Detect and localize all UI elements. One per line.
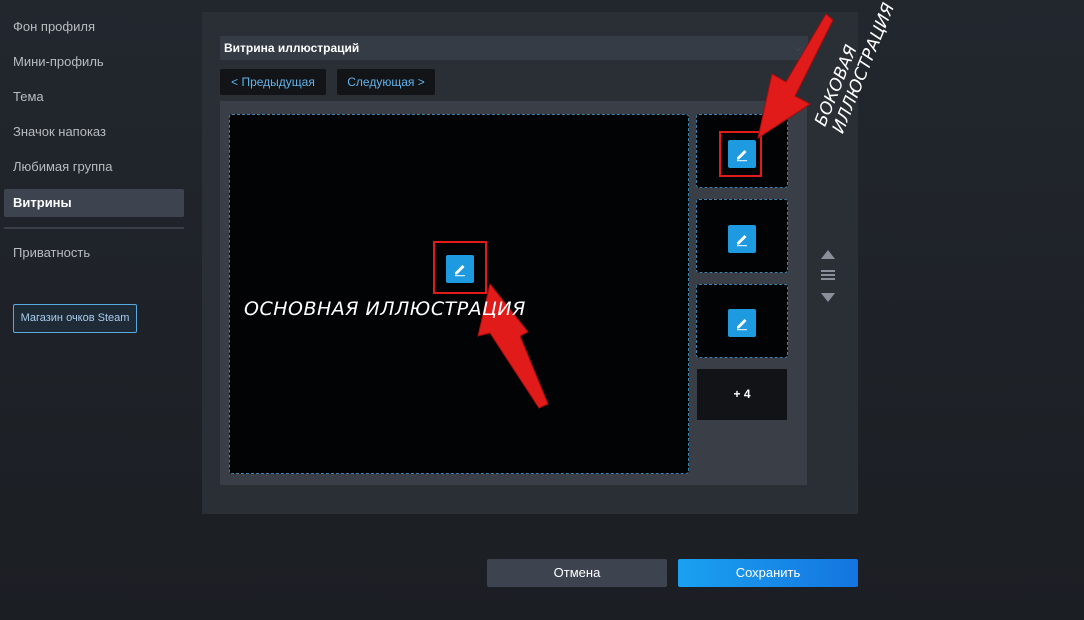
arrow-up-icon[interactable]: [821, 250, 835, 259]
sidebar-item-profile-background[interactable]: Фон профиля: [4, 13, 184, 41]
main-artwork-slot[interactable]: [229, 114, 689, 474]
pencil-icon: [737, 319, 747, 331]
more-artworks-button[interactable]: + 4: [696, 368, 788, 421]
sidebar-item-favorite-group[interactable]: Любимая группа: [4, 153, 184, 181]
sidebar-item-featured-badge[interactable]: Значок напоказ: [4, 118, 184, 146]
profile-editor: Фон профиля Мини-профиль Тема Значок нап…: [0, 0, 1084, 620]
reorder-controls: [818, 248, 838, 304]
sidebar-divider: [4, 227, 184, 229]
showcase-type-value: Витрина иллюстраций: [224, 41, 360, 55]
sidebar-item-mini-profile[interactable]: Мини-профиль: [4, 48, 184, 76]
showcase-type-select[interactable]: Витрина иллюстраций ⌵: [220, 36, 808, 60]
points-shop-button[interactable]: Магазин очков Steam: [13, 304, 137, 333]
sidebar-item-theme[interactable]: Тема: [4, 83, 184, 111]
arrow-down-icon[interactable]: [821, 293, 835, 302]
side-artwork-edit-button-2[interactable]: [728, 225, 756, 253]
main-highlight-box: [433, 241, 487, 294]
save-button[interactable]: Сохранить: [678, 559, 858, 587]
sidebar: Фон профиля Мини-профиль Тема Значок нап…: [0, 0, 200, 620]
previous-button[interactable]: < Предыдущая: [220, 69, 326, 95]
cancel-button[interactable]: Отмена: [487, 559, 667, 587]
pencil-icon: [737, 235, 747, 247]
sidebar-item-privacy[interactable]: Приватность: [4, 239, 184, 267]
main-artwork-annotation: ОСНОВНАЯ ИЛЛЮСТРАЦИЯ: [244, 298, 526, 320]
next-button[interactable]: Следующая >: [337, 69, 435, 95]
side-highlight-box: [719, 131, 762, 177]
side-artwork-edit-button-3[interactable]: [728, 309, 756, 337]
chevron-down-icon: ⌵: [793, 42, 802, 54]
sidebar-item-showcases[interactable]: Витрины: [4, 189, 184, 217]
drag-handle-icon[interactable]: [821, 270, 835, 280]
